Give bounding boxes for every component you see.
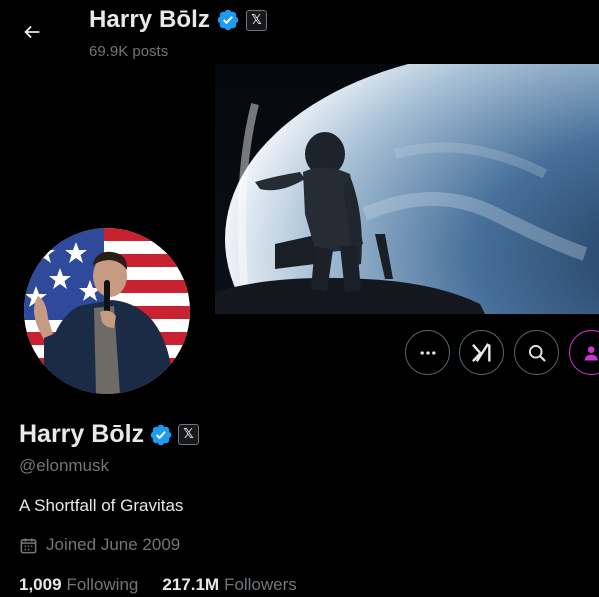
calendar-icon — [20, 537, 37, 553]
more-options-button[interactable] — [405, 330, 450, 375]
ellipsis-icon — [420, 350, 435, 355]
search-profile-button[interactable] — [514, 330, 559, 375]
back-button[interactable] — [14, 14, 50, 50]
header-posts-count: 69.9K posts — [89, 43, 169, 60]
joined-date-row: Joined June 2009 — [19, 535, 180, 555]
banner-astronaut-image — [215, 64, 599, 314]
avatar-photo — [24, 228, 190, 394]
verified-badge-icon[interactable] — [149, 423, 173, 447]
search-icon — [528, 344, 545, 361]
header-display-name: Harry Bōlz — [89, 6, 211, 33]
profile-display-name: Harry Bōlz — [19, 420, 145, 448]
profile-name-row: Harry Bōlz 𝕏 — [19, 420, 200, 449]
affiliate-x-badge-icon[interactable]: 𝕏 — [178, 424, 200, 445]
profile-avatar[interactable] — [20, 224, 194, 398]
subscribe-button[interactable] — [569, 330, 599, 375]
following-link[interactable]: 1,009 Following — [19, 575, 138, 595]
following-count: 1,009 — [19, 575, 62, 594]
followers-count: 217.1M — [162, 575, 220, 594]
followers-link[interactable]: 217.1M Followers — [162, 575, 296, 595]
following-label: Following — [66, 575, 139, 594]
profile-banner[interactable] — [215, 64, 599, 314]
verified-badge-icon — [217, 9, 239, 31]
profile-handle: @elonmusk — [19, 456, 110, 475]
followers-label: Followers — [224, 575, 297, 594]
profile-header: Harry Bōlz 𝕏 69.9K posts — [0, 0, 599, 64]
grok-icon — [471, 342, 491, 362]
affiliate-x-badge-icon[interactable]: 𝕏 — [246, 9, 268, 31]
follow-stats-row: 1,009 Following 217.1M Followers — [19, 575, 297, 595]
subscribe-person-icon — [584, 345, 598, 360]
avatar-flag-portrait-image — [24, 228, 190, 394]
grok-button[interactable] — [459, 330, 504, 375]
header-name-row: Harry Bōlz 𝕏 — [89, 6, 268, 34]
back-arrow-icon — [24, 25, 40, 39]
joined-date-text: Joined June 2009 — [46, 535, 181, 554]
profile-bio: A Shortfall of Gravitas — [19, 496, 184, 515]
